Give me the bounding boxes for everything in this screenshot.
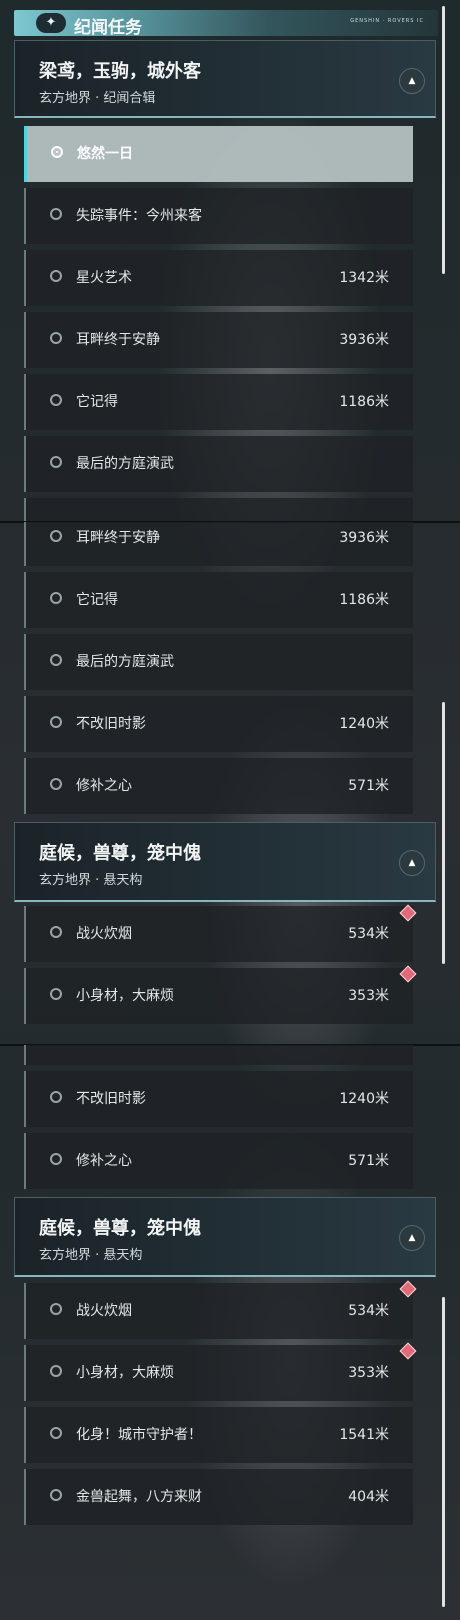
radio-icon — [50, 394, 62, 406]
radio-icon — [50, 654, 62, 666]
radio-icon — [50, 716, 62, 728]
quest-item[interactable]: 不改旧时影 1240米 — [24, 696, 413, 752]
radio-icon — [50, 1489, 62, 1501]
screenshot-segment-2: 耳畔终于安静 3936米 它记得 1186米 最后的方庭演武 不改旧时影 124… — [0, 522, 460, 1045]
quest-item[interactable]: 小身材，大麻烦 353米 — [24, 1345, 413, 1401]
group-title: 庭候，兽尊，笼中傀 — [39, 1218, 201, 1239]
group-subtitle: 玄方地界 · 纪闻合辑 — [39, 91, 156, 106]
quest-label: 金兽起舞，八方来财 — [76, 1489, 202, 1505]
quest-item[interactable]: 最后的方庭演武 — [24, 436, 413, 492]
quest-label: 它记得 — [76, 394, 118, 410]
quest-item[interactable]: 金兽起舞，八方来财 404米 — [24, 1469, 413, 1525]
quest-distance: 1342米 — [339, 270, 389, 286]
collapse-icon[interactable]: ▲ — [399, 1225, 425, 1251]
quest-label: 小身材，大麻烦 — [76, 988, 174, 1004]
radio-icon — [50, 1303, 62, 1315]
quest-item[interactable]: 它记得 1186米 — [24, 572, 413, 628]
quest-category-header: ✦ 纪闻任务 GENSHIN · ROVERS IC — [14, 10, 438, 38]
quest-label: 修补之心 — [76, 778, 132, 794]
quest-item-partial[interactable] — [24, 498, 413, 522]
collapse-icon[interactable]: ▲ — [399, 68, 425, 94]
quest-label: 悠然一日 — [77, 146, 133, 162]
quest-distance: 571米 — [348, 1153, 389, 1169]
quest-item[interactable]: 修补之心 571米 — [24, 1133, 413, 1189]
radio-icon — [50, 926, 62, 938]
scrollbar-thumb[interactable] — [442, 702, 445, 964]
quest-distance: 353米 — [348, 1365, 389, 1381]
radio-icon — [50, 1365, 62, 1377]
radio-icon — [50, 778, 62, 790]
quest-label: 小身材，大麻烦 — [76, 1365, 174, 1381]
radio-icon — [50, 988, 62, 1000]
scrollbar-thumb[interactable] — [442, 6, 445, 274]
quest-item[interactable]: 耳畔终于安静 3936米 — [24, 522, 413, 566]
radio-icon — [50, 456, 62, 468]
selected-radio-icon — [51, 146, 63, 158]
quest-label: 战火炊烟 — [76, 1303, 132, 1319]
quest-label: 不改旧时影 — [76, 716, 146, 732]
radio-icon — [50, 332, 62, 344]
quest-label: 耳畔终于安静 — [76, 530, 160, 546]
quest-label: 星火艺术 — [76, 270, 132, 286]
quest-label: 不改旧时影 — [76, 1091, 146, 1107]
quest-group-header[interactable]: 梁鸢，玉驹，城外客 玄方地界 · 纪闻合辑 ▲ — [14, 40, 436, 118]
quest-item-partial[interactable] — [24, 1045, 413, 1065]
group-title: 梁鸢，玉驹，城外客 — [39, 61, 201, 82]
star-icon: ✦ — [36, 13, 66, 33]
quest-distance: 3936米 — [339, 332, 389, 348]
quest-item[interactable]: 悠然一日 — [24, 126, 413, 182]
quest-item[interactable]: 修补之心 571米 — [24, 758, 413, 814]
radio-icon — [50, 208, 62, 220]
quest-label: 它记得 — [76, 592, 118, 608]
group-title: 庭候，兽尊，笼中傀 — [39, 843, 201, 864]
quest-group-header[interactable]: 庭候，兽尊，笼中傀 玄方地界 · 悬天构 ▲ — [14, 1197, 436, 1277]
quest-distance: 534米 — [348, 1303, 389, 1319]
quest-label: 修补之心 — [76, 1153, 132, 1169]
quest-item[interactable]: 不改旧时影 1240米 — [24, 1071, 413, 1127]
radio-icon — [50, 1427, 62, 1439]
quest-label: 化身！城市守护者！ — [76, 1427, 202, 1443]
radio-icon — [50, 1091, 62, 1103]
quest-distance: 353米 — [348, 988, 389, 1004]
quest-distance: 1240米 — [339, 1091, 389, 1107]
quest-item[interactable]: 星火艺术 1342米 — [24, 250, 413, 306]
radio-icon — [50, 1153, 62, 1165]
quest-distance: 571米 — [348, 778, 389, 794]
category-title: 纪闻任务 — [74, 18, 142, 38]
quest-item[interactable]: 失踪事件：今州来客 — [24, 188, 413, 244]
quest-item[interactable]: 战火炊烟 534米 — [24, 906, 413, 962]
quest-label: 失踪事件：今州来客 — [76, 208, 202, 224]
quest-label: 耳畔终于安静 — [76, 332, 160, 348]
quest-item[interactable]: 小身材，大麻烦 353米 — [24, 968, 413, 1024]
radio-icon — [50, 270, 62, 282]
group-subtitle: 玄方地界 · 悬天构 — [39, 873, 143, 888]
quest-item[interactable]: 耳畔终于安静 3936米 — [24, 312, 413, 368]
header-tag: GENSHIN · ROVERS IC — [350, 18, 424, 24]
group-subtitle: 玄方地界 · 悬天构 — [39, 1248, 143, 1263]
quest-distance: 1240米 — [339, 716, 389, 732]
collapse-icon[interactable]: ▲ — [399, 850, 425, 876]
quest-label: 最后的方庭演武 — [76, 654, 174, 670]
quest-label: 最后的方庭演武 — [76, 456, 174, 472]
scrollbar-thumb[interactable] — [442, 1297, 445, 1607]
screenshot-segment-3: 不改旧时影 1240米 修补之心 571米 庭候，兽尊，笼中傀 玄方地界 · 悬… — [0, 1045, 460, 1620]
quest-distance: 3936米 — [339, 530, 389, 546]
quest-item[interactable]: 化身！城市守护者！ 1541米 — [24, 1407, 413, 1463]
quest-label: 战火炊烟 — [76, 926, 132, 942]
quest-distance: 534米 — [348, 926, 389, 942]
quest-item[interactable]: 战火炊烟 534米 — [24, 1283, 413, 1339]
radio-icon — [50, 592, 62, 604]
quest-group-header[interactable]: 庭候，兽尊，笼中傀 玄方地界 · 悬天构 ▲ — [14, 822, 436, 902]
quest-distance: 1186米 — [339, 592, 389, 608]
quest-item[interactable]: 它记得 1186米 — [24, 374, 413, 430]
quest-distance: 1186米 — [339, 394, 389, 410]
radio-icon — [50, 530, 62, 542]
quest-item[interactable]: 最后的方庭演武 — [24, 634, 413, 690]
screenshot-segment-1: ✦ 纪闻任务 GENSHIN · ROVERS IC 梁鸢，玉驹，城外客 玄方地… — [0, 0, 460, 522]
quest-distance: 404米 — [348, 1489, 389, 1505]
quest-distance: 1541米 — [339, 1427, 389, 1443]
